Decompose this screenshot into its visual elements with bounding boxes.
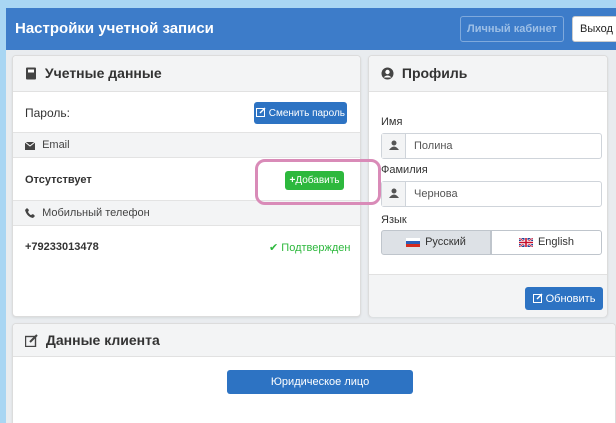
edit-icon — [532, 293, 543, 303]
client-panel: Данные клиента Юридическое лицо — [12, 323, 616, 423]
password-label: Пароль: — [25, 106, 70, 120]
lang-en-button[interactable]: English — [491, 230, 602, 255]
phone-icon — [25, 208, 35, 218]
account-panel-title: Учетные данные — [44, 65, 162, 81]
profile-panel: Профиль Имя Полина Фамилия Чернова Язык … — [368, 55, 608, 317]
client-panel-header: Данные клиента — [13, 324, 615, 357]
legal-entity-button[interactable]: Юридическое лицо — [227, 370, 413, 394]
profile-panel-header: Профиль — [369, 56, 607, 92]
user-icon — [389, 140, 399, 150]
personal-cabinet-button[interactable]: Личный кабинет — [460, 16, 564, 42]
phone-value: +79233013478 — [25, 241, 99, 253]
change-password-button[interactable]: Сменить пароль — [254, 102, 347, 124]
account-panel-header: Учетные данные — [13, 56, 360, 92]
first-name-input[interactable]: Полина — [414, 140, 453, 152]
pencil-square-icon — [255, 107, 266, 117]
envelope-icon — [24, 141, 36, 150]
phone-status: ✔ Подтвержден — [269, 242, 351, 254]
book-icon — [26, 67, 36, 80]
top-bar: Настройки учетной записи Личный кабинет … — [6, 8, 616, 50]
page-title: Настройки учетной записи — [15, 20, 214, 37]
app-frame: Настройки учетной записи Личный кабинет … — [6, 8, 616, 423]
profile-panel-title: Профиль — [401, 65, 468, 81]
last-name-input[interactable]: Чернова — [414, 188, 458, 200]
last-name-label: Фамилия — [381, 164, 428, 176]
first-name-label: Имя — [381, 116, 403, 128]
flag-ru-icon — [406, 238, 421, 247]
user-circle-icon — [381, 67, 394, 80]
email-value: Отсутствует — [25, 174, 92, 186]
lang-ru-button[interactable]: Русский — [381, 230, 491, 255]
client-panel-title: Данные клиента — [45, 332, 160, 348]
flag-gb-icon — [518, 238, 533, 247]
user-icon — [389, 188, 399, 198]
language-label: Язык — [381, 214, 407, 226]
last-name-field[interactable]: Чернова — [381, 181, 602, 207]
check-icon: ✔ — [269, 242, 279, 254]
email-section-header: Email — [13, 132, 360, 158]
update-button[interactable]: Обновить — [525, 287, 603, 310]
pencil-square-icon — [24, 334, 38, 348]
first-name-field[interactable]: Полина — [381, 133, 602, 159]
exit-button[interactable]: Выход — [572, 16, 616, 42]
highlight-box — [255, 159, 381, 205]
